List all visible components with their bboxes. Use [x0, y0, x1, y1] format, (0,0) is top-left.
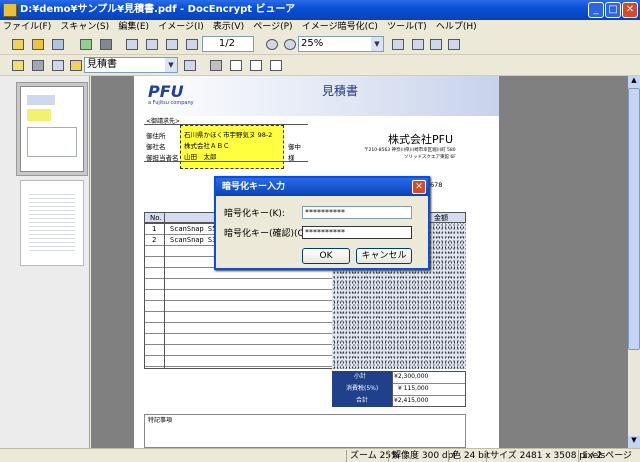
- notes-label: 特記事項: [148, 417, 173, 424]
- scan-icon[interactable]: [48, 36, 66, 52]
- issuer-building: ソリッドスクエア東館 6F: [404, 155, 456, 160]
- cancel-button[interactable]: キャンセル: [356, 248, 412, 264]
- mosaic-icon[interactable]: [28, 57, 46, 73]
- status-bar: ズーム 25% 解像度 300 dpi 色 24 bit サイズ 2481 x …: [0, 448, 640, 462]
- key-input[interactable]: **********: [302, 206, 412, 219]
- total-value: ¥2,415,000: [394, 397, 429, 404]
- menu-bar: ファイル(F) スキャン(S) 編集(E) イメージ(I) 表示(V) ページ(…: [0, 20, 640, 34]
- open-icon[interactable]: [8, 36, 26, 52]
- menu-image[interactable]: イメージ(I): [155, 20, 207, 34]
- key-label: 暗号化キー(K):: [224, 209, 285, 219]
- status-color: 色 24 bit: [448, 450, 490, 462]
- status-page: 1 / 2 ページ: [578, 450, 632, 462]
- rotate-left-icon[interactable]: [226, 57, 244, 73]
- page-thumbnail-2[interactable]: [20, 180, 84, 266]
- confirm-key-input[interactable]: **********: [302, 226, 412, 239]
- subtotal-value: ¥2,300,000: [394, 373, 429, 380]
- scanner-icon[interactable]: [96, 36, 114, 52]
- encrypt-toolbar: 見積書 ▼: [0, 55, 640, 76]
- encryption-key-dialog: 暗号化キー入力 ✕ 暗号化キー(K): ********** 暗号化キー(確認)…: [214, 176, 430, 270]
- issuer-name: 株式会社PFU: [388, 133, 454, 146]
- app-icon: [3, 3, 17, 17]
- minimize-button[interactable]: _: [588, 2, 604, 18]
- menu-file[interactable]: ファイル(F): [0, 20, 54, 34]
- document-type-value: 見積書: [87, 59, 117, 70]
- select-area-icon[interactable]: [8, 57, 26, 73]
- flip-icon[interactable]: [266, 57, 284, 73]
- trash-icon[interactable]: [206, 57, 224, 73]
- table-header-no: No.: [150, 214, 162, 222]
- company-value: 株式会社ＡＢＣ: [184, 142, 230, 150]
- zoom-out-icon[interactable]: [262, 36, 280, 52]
- row-1-no: 1: [152, 225, 157, 233]
- open-folder-icon[interactable]: [28, 36, 46, 52]
- chevron-down-icon: ▼: [371, 37, 383, 51]
- menu-edit[interactable]: 編集(E): [115, 20, 152, 34]
- encrypt-region-selection[interactable]: 石川県かほく市宇野気ヌ 98-2 株式会社ＡＢＣ 山田 太郎: [180, 125, 284, 169]
- zoom-in-icon[interactable]: [280, 36, 298, 52]
- scroll-thumb[interactable]: [628, 88, 640, 350]
- region-icon[interactable]: [48, 57, 66, 73]
- chevron-down-icon: ▼: [165, 58, 177, 72]
- issuer-address: 〒210-8563 神奈川県川崎市幸区堀川町 580: [364, 148, 456, 153]
- scroll-down-icon[interactable]: ▼: [628, 436, 640, 448]
- template-icon[interactable]: [180, 57, 198, 73]
- menu-help[interactable]: ヘルプ(H): [433, 20, 480, 34]
- menu-image-encrypt[interactable]: イメージ暗号化(C): [299, 20, 381, 34]
- main-toolbar: 1/2 25% ▼: [0, 34, 640, 55]
- zoom-select[interactable]: 25% ▼: [298, 36, 384, 52]
- title-bar: D:¥demo¥サンプル¥見積書.pdf - DocEncrypt ビューア: [0, 0, 640, 20]
- scroll-up-icon[interactable]: ▲: [628, 76, 640, 88]
- ok-button[interactable]: OK: [302, 248, 350, 264]
- pfu-logo: PFU: [148, 82, 184, 101]
- first-page-icon[interactable]: [122, 36, 140, 52]
- confirm-key-label: 暗号化キー(確認)(C):: [224, 229, 311, 239]
- window-title: D:¥demo¥サンプル¥見積書.pdf - DocEncrypt ビューア: [20, 4, 296, 15]
- address-label: 御住所: [146, 132, 166, 140]
- doc-settings-icon[interactable]: [66, 57, 84, 73]
- row-2-no: 2: [152, 236, 157, 244]
- subtotal-label: 小計: [354, 373, 367, 380]
- fit-height-icon[interactable]: [444, 36, 462, 52]
- page-header-band: [134, 76, 499, 116]
- next-page-icon[interactable]: [162, 36, 180, 52]
- rotate-right-icon[interactable]: [246, 57, 264, 73]
- company-label: 御社名: [146, 143, 166, 151]
- print-icon[interactable]: [76, 36, 94, 52]
- prev-page-icon[interactable]: [142, 36, 160, 52]
- status-resolution: 解像度 300 dpi: [388, 450, 456, 462]
- address-value: 石川県かほく市宇野気ヌ 98-2: [184, 131, 273, 139]
- page-number-field[interactable]: 1/2: [202, 36, 254, 52]
- last-page-icon[interactable]: [182, 36, 200, 52]
- notes-box: [144, 414, 466, 448]
- zoom-value: 25%: [301, 38, 324, 49]
- menu-tools[interactable]: ツール(T): [384, 20, 430, 34]
- fit-width-icon[interactable]: [426, 36, 444, 52]
- onchu-label: 御中: [288, 143, 301, 151]
- issuer-partial: 678: [430, 181, 443, 189]
- maximize-button[interactable]: □: [605, 2, 621, 18]
- menu-scan[interactable]: スキャン(S): [57, 20, 112, 34]
- menu-view[interactable]: 表示(V): [210, 20, 247, 34]
- logo-subtitle: a Fujitsu company: [148, 100, 194, 106]
- tax-label: 消費税(5%): [346, 385, 379, 392]
- vertical-scrollbar[interactable]: ▲ ▼: [628, 76, 640, 448]
- document-title: 見積書: [322, 84, 359, 98]
- total-label: 合計: [356, 397, 369, 404]
- page-thumbnail-1[interactable]: [20, 86, 84, 172]
- menu-page[interactable]: ページ(P): [250, 20, 295, 34]
- tax-value: ¥ 115,000: [398, 385, 429, 392]
- table-header-amount: 金額: [434, 214, 448, 222]
- actual-size-icon[interactable]: [388, 36, 406, 52]
- thumbnail-pane: [0, 76, 90, 448]
- fit-page-icon[interactable]: [408, 36, 426, 52]
- document-type-select[interactable]: 見積書 ▼: [84, 57, 178, 73]
- close-button[interactable]: ✕: [622, 2, 638, 18]
- dialog-close-icon[interactable]: ✕: [412, 180, 426, 194]
- person-value: 山田 太郎: [184, 153, 217, 161]
- dialog-title: 暗号化キー入力: [216, 178, 428, 196]
